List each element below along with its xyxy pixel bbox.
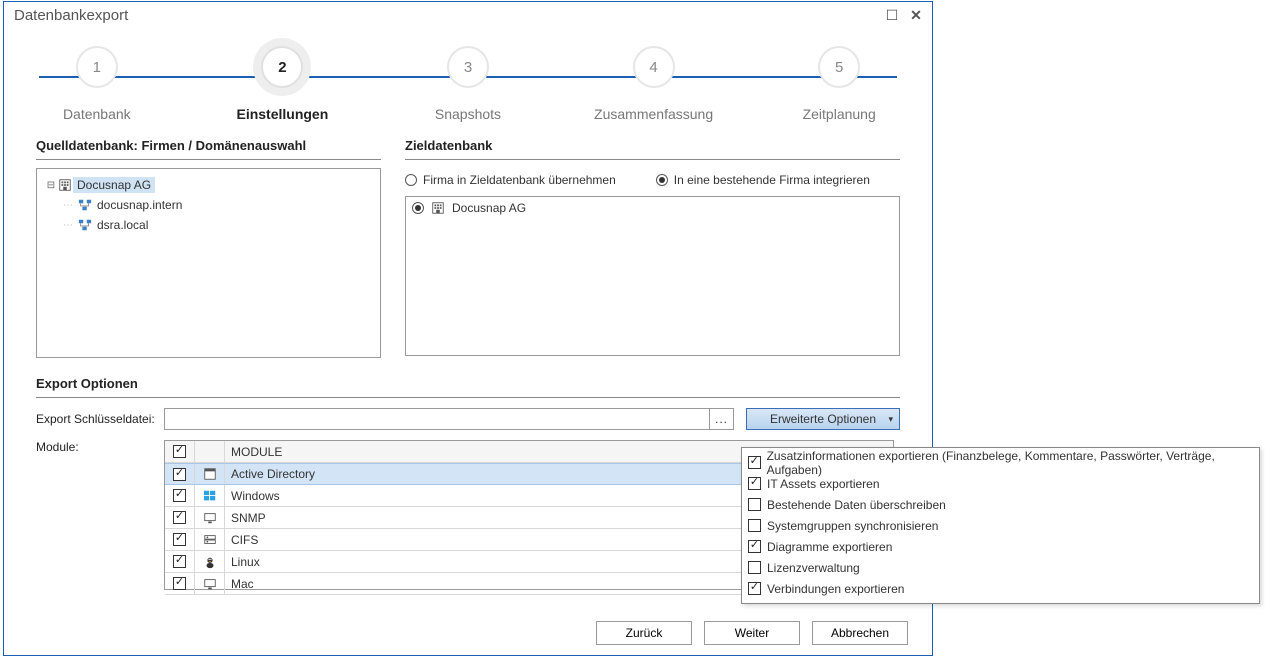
radio-firm-select[interactable] xyxy=(412,202,424,214)
option-label: Zusatzinformationen exportieren (Finanzb… xyxy=(767,449,1253,477)
option-label: Verbindungen exportieren xyxy=(767,582,904,596)
step-number: 3 xyxy=(447,46,489,88)
next-button[interactable]: Weiter xyxy=(704,621,800,645)
advanced-option[interactable]: Verbindungen exportieren xyxy=(748,578,1253,599)
target-heading: Zieldatenbank xyxy=(405,138,900,153)
network-icon xyxy=(77,198,93,212)
wizard-steps: 1 Datenbank 2 Einstellungen 3 Snapshots 4 Zusam… xyxy=(4,28,932,138)
option-checkbox[interactable] xyxy=(748,477,761,490)
tree-child[interactable]: ⋯ docusnap.intern xyxy=(41,195,376,215)
step-label: Datenbank xyxy=(63,106,131,122)
module-checkbox[interactable] xyxy=(173,555,186,568)
step-number: 4 xyxy=(633,46,675,88)
advanced-option[interactable]: Lizenzverwaltung xyxy=(748,557,1253,578)
dialog-footer: Zurück Weiter Abbrechen xyxy=(596,621,908,645)
advanced-option[interactable]: Bestehende Daten überschreiben xyxy=(748,494,1253,515)
module-checkbox[interactable] xyxy=(173,577,186,590)
chevron-down-icon: ▾ xyxy=(888,414,893,425)
key-file-input[interactable] xyxy=(164,408,710,430)
wizard-step[interactable]: 4 Zusammenfassung xyxy=(569,46,739,122)
step-label: Zusammenfassung xyxy=(594,106,713,122)
module-checkbox[interactable] xyxy=(173,489,186,502)
advanced-option[interactable]: Zusatzinformationen exportieren (Finanzb… xyxy=(748,452,1253,473)
window-title: Datenbankexport xyxy=(14,7,878,24)
option-label: IT Assets exportieren xyxy=(767,477,880,491)
module-label: Module: xyxy=(36,440,164,454)
building-icon xyxy=(57,178,73,192)
advanced-options-popup: Zusatzinformationen exportieren (Finanzb… xyxy=(741,447,1260,604)
radio-new-firm[interactable]: Firma in Zieldatenbank übernehmen xyxy=(405,173,616,187)
dir-icon xyxy=(195,464,225,484)
option-checkbox[interactable] xyxy=(748,456,761,469)
linux-icon xyxy=(195,551,225,572)
title-bar: Datenbankexport ☐ ✕ xyxy=(4,2,932,28)
mon-icon xyxy=(195,507,225,528)
wizard-step[interactable]: 1 Datenbank xyxy=(12,46,182,122)
export-heading: Export Optionen xyxy=(36,376,900,391)
option-label: Lizenzverwaltung xyxy=(767,561,860,575)
cancel-button[interactable]: Abbrechen xyxy=(812,621,908,645)
tree-child[interactable]: ⋯ dsra.local xyxy=(41,215,376,235)
option-label: Bestehende Daten überschreiben xyxy=(767,498,946,512)
advanced-options-button[interactable]: Erweiterte Optionen ▾ xyxy=(746,408,900,430)
wizard-step[interactable]: 3 Snapshots xyxy=(383,46,553,122)
browse-button[interactable]: ... xyxy=(710,408,734,430)
close-icon[interactable]: ✕ xyxy=(906,5,926,25)
srv-icon xyxy=(195,529,225,550)
advanced-option[interactable]: Systemgruppen synchronisieren xyxy=(748,515,1253,536)
back-button[interactable]: Zurück xyxy=(596,621,692,645)
collapse-icon[interactable]: ⊟ xyxy=(45,180,57,191)
module-checkbox[interactable] xyxy=(173,511,186,524)
wizard-step[interactable]: 5 Zeitplanung xyxy=(754,46,924,122)
step-number: 5 xyxy=(818,46,860,88)
step-label: Snapshots xyxy=(435,106,501,122)
step-label: Einstellungen xyxy=(236,106,328,122)
target-firm-list[interactable]: Docusnap AG xyxy=(405,196,900,356)
option-label: Systemgruppen synchronisieren xyxy=(767,519,938,533)
network-icon xyxy=(77,218,93,232)
building-icon xyxy=(430,201,446,215)
select-all-checkbox[interactable] xyxy=(173,445,186,458)
option-checkbox[interactable] xyxy=(748,582,761,595)
wizard-step[interactable]: 2 Einstellungen xyxy=(197,46,367,122)
option-checkbox[interactable] xyxy=(748,519,761,532)
module-checkbox[interactable] xyxy=(173,533,186,546)
key-file-label: Export Schlüsseldatei: xyxy=(36,412,164,426)
target-firm-row[interactable]: Docusnap AG xyxy=(406,197,899,219)
maximize-icon[interactable]: ☐ xyxy=(882,5,902,25)
step-label: Zeitplanung xyxy=(803,106,876,122)
advanced-option[interactable]: Diagramme exportieren xyxy=(748,536,1253,557)
option-checkbox[interactable] xyxy=(748,561,761,574)
source-heading: Quelldatenbank: Firmen / Domänenauswahl xyxy=(36,138,381,153)
step-number: 2 xyxy=(261,46,303,88)
source-tree[interactable]: ⊟ Docusnap AG ⋯ docusnap.intern ⋯ dsra.l… xyxy=(36,168,381,358)
mon-icon xyxy=(195,573,225,594)
option-checkbox[interactable] xyxy=(748,498,761,511)
win-icon xyxy=(195,485,225,506)
step-number: 1 xyxy=(76,46,118,88)
option-label: Diagramme exportieren xyxy=(767,540,892,554)
tree-root[interactable]: ⊟ Docusnap AG xyxy=(41,175,376,195)
module-checkbox[interactable] xyxy=(173,468,186,481)
radio-existing-firm[interactable]: In eine bestehende Firma integrieren xyxy=(656,173,870,187)
option-checkbox[interactable] xyxy=(748,540,761,553)
